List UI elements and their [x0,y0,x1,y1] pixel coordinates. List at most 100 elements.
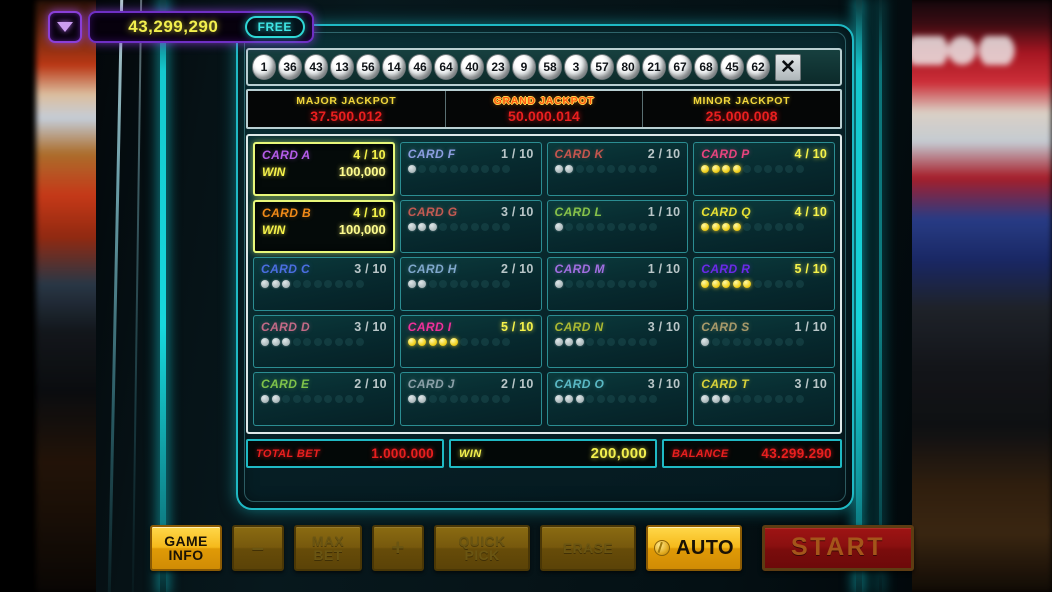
neon-strip-right [856,0,862,592]
card-count: 1 / 10 [647,204,681,219]
card-dot-empty [313,395,322,404]
card-header: CARD J 2 / 10 [408,377,534,391]
bingo-card[interactable]: CARD D 3 / 10 [253,314,395,369]
bingo-card[interactable]: CARD C 3 / 10 [253,257,395,311]
card-name: CARD H [407,262,457,277]
card-name: CARD C [261,262,311,277]
card-dot-empty [334,337,343,346]
close-icon[interactable]: ✕ [775,53,801,81]
card-dot-filled [407,280,416,289]
bingo-card[interactable]: CARD K 2 / 10 [546,142,689,196]
card-dot-empty [795,222,804,231]
card-dot-empty [313,337,322,346]
drawn-number-ball: 80 [616,54,640,80]
card-header: CARD P 4 / 10 [701,147,827,161]
card-dot-empty [785,280,794,289]
auto-label: AUTO [676,536,734,559]
balance-pill[interactable]: 43,299,290 FREE [88,11,314,43]
card-dot-empty [586,222,594,231]
card-dot-filled [565,165,573,173]
bingo-card[interactable]: CARD J 2 / 10 [399,372,542,426]
card-win-label: WIN [262,222,286,237]
bingo-card[interactable]: CARD A 4 / 10 WIN 100,000 [253,142,395,196]
menu-toggle-button[interactable] [48,11,82,43]
card-count: 4 / 10 [353,205,386,220]
bingo-card[interactable]: CARD H 2 / 10 [399,257,542,311]
card-dot-empty [743,165,752,173]
card-progress-dots [407,222,534,231]
card-name: CARD S [701,319,750,334]
quick-pick-button[interactable]: QUICK PICK [434,525,530,571]
start-button[interactable]: START [762,525,914,571]
card-header: CARD D 3 / 10 [261,320,387,334]
jackpot-name: GRAND JACKPOT [493,94,595,107]
card-count: 4 / 10 [353,148,386,162]
card-dot-empty [628,165,636,173]
card-name: CARD F [407,147,456,161]
card-header: CARD M 1 / 10 [555,262,681,276]
bet-increase-button[interactable]: + [372,525,424,571]
bingo-card[interactable]: CARD B 4 / 10 WIN 100,000 [253,199,395,254]
card-dot-filled [428,337,437,346]
card-dot-empty [785,222,794,231]
card-dot-empty [481,337,490,346]
bingo-card[interactable]: CARD L 1 / 10 [546,199,689,254]
card-dot-empty [711,337,720,346]
jackpot-panel: MAJOR JACKPOT 37.500.012 GRAND JACKPOT 50.0… [246,89,842,129]
bet-decrease-button[interactable]: – [232,525,284,571]
card-dot-empty [753,280,762,289]
bingo-card[interactable]: CARD Q 4 / 10 [693,199,835,254]
card-dot-filled [743,280,752,289]
card-dot-empty [491,395,500,404]
card-count: 4 / 10 [794,147,827,161]
auto-button[interactable]: AUTO [646,525,742,571]
card-dot-empty [753,337,762,346]
card-dot-empty [617,165,626,173]
free-badge[interactable]: FREE [244,16,305,38]
total-bet-box[interactable]: TOTAL BET 1.000.000 [246,439,444,468]
card-dot-empty [324,395,332,404]
card-dot-empty [743,222,752,231]
drawn-numbers-row: 1 36 43 13 56 14 46 64 40 23 9 58 3 57 80 21 67 68 45 62 ✕ [246,48,842,86]
card-count: 4 / 10 [794,204,827,219]
coin-icon [654,540,671,556]
bingo-card[interactable]: CARD I 5 / 10 [399,314,542,369]
erase-button[interactable]: ERASE [540,525,636,571]
game-info-button[interactable]: GAME INFO [150,525,222,571]
card-name: CARD I [407,319,452,334]
bingo-card[interactable]: CARD R 5 / 10 [693,257,835,311]
totals-bar: TOTAL BET 1.000.000 WIN 200,000 BALANCE … [246,439,842,468]
bingo-card[interactable]: CARD P 4 / 10 [693,142,835,196]
card-dot-empty [607,395,615,404]
card-dot-filled [722,222,731,231]
card-name: CARD L [554,204,603,219]
card-dot-empty [428,280,437,289]
card-dot-empty [439,280,448,289]
card-dot-filled [732,222,741,231]
card-dot-filled [407,337,416,346]
card-header: CARD Q 4 / 10 [701,205,827,219]
card-dot-filled [701,280,710,289]
cabinet-edge-highlight [107,0,124,592]
bingo-card[interactable]: CARD T 3 / 10 [693,372,835,426]
win-value: 200,000 [590,445,647,462]
card-count: 1 / 10 [647,262,681,277]
bingo-card[interactable]: CARD M 1 / 10 [546,257,689,311]
bingo-card[interactable]: CARD N 3 / 10 [546,314,689,369]
card-progress-dots [554,165,681,173]
card-dot-empty [628,337,636,346]
drawn-number-ball: 21 [642,54,666,80]
bingo-card[interactable]: CARD G 3 / 10 [399,199,542,254]
card-dot-filled [282,337,290,346]
card-dot-filled [732,165,741,173]
card-name: CARD O [554,377,605,392]
card-dot-empty [575,280,584,289]
card-dot-filled [271,337,280,346]
max-bet-button[interactable]: MAX BET [294,525,362,571]
card-count: 3 / 10 [647,319,681,334]
bingo-card[interactable]: CARD F 1 / 10 [399,142,542,196]
card-progress-dots [407,395,534,404]
bingo-card[interactable]: CARD E 2 / 10 [253,372,395,426]
bingo-card[interactable]: CARD S 1 / 10 [693,314,835,369]
bingo-card[interactable]: CARD O 3 / 10 [546,372,689,426]
